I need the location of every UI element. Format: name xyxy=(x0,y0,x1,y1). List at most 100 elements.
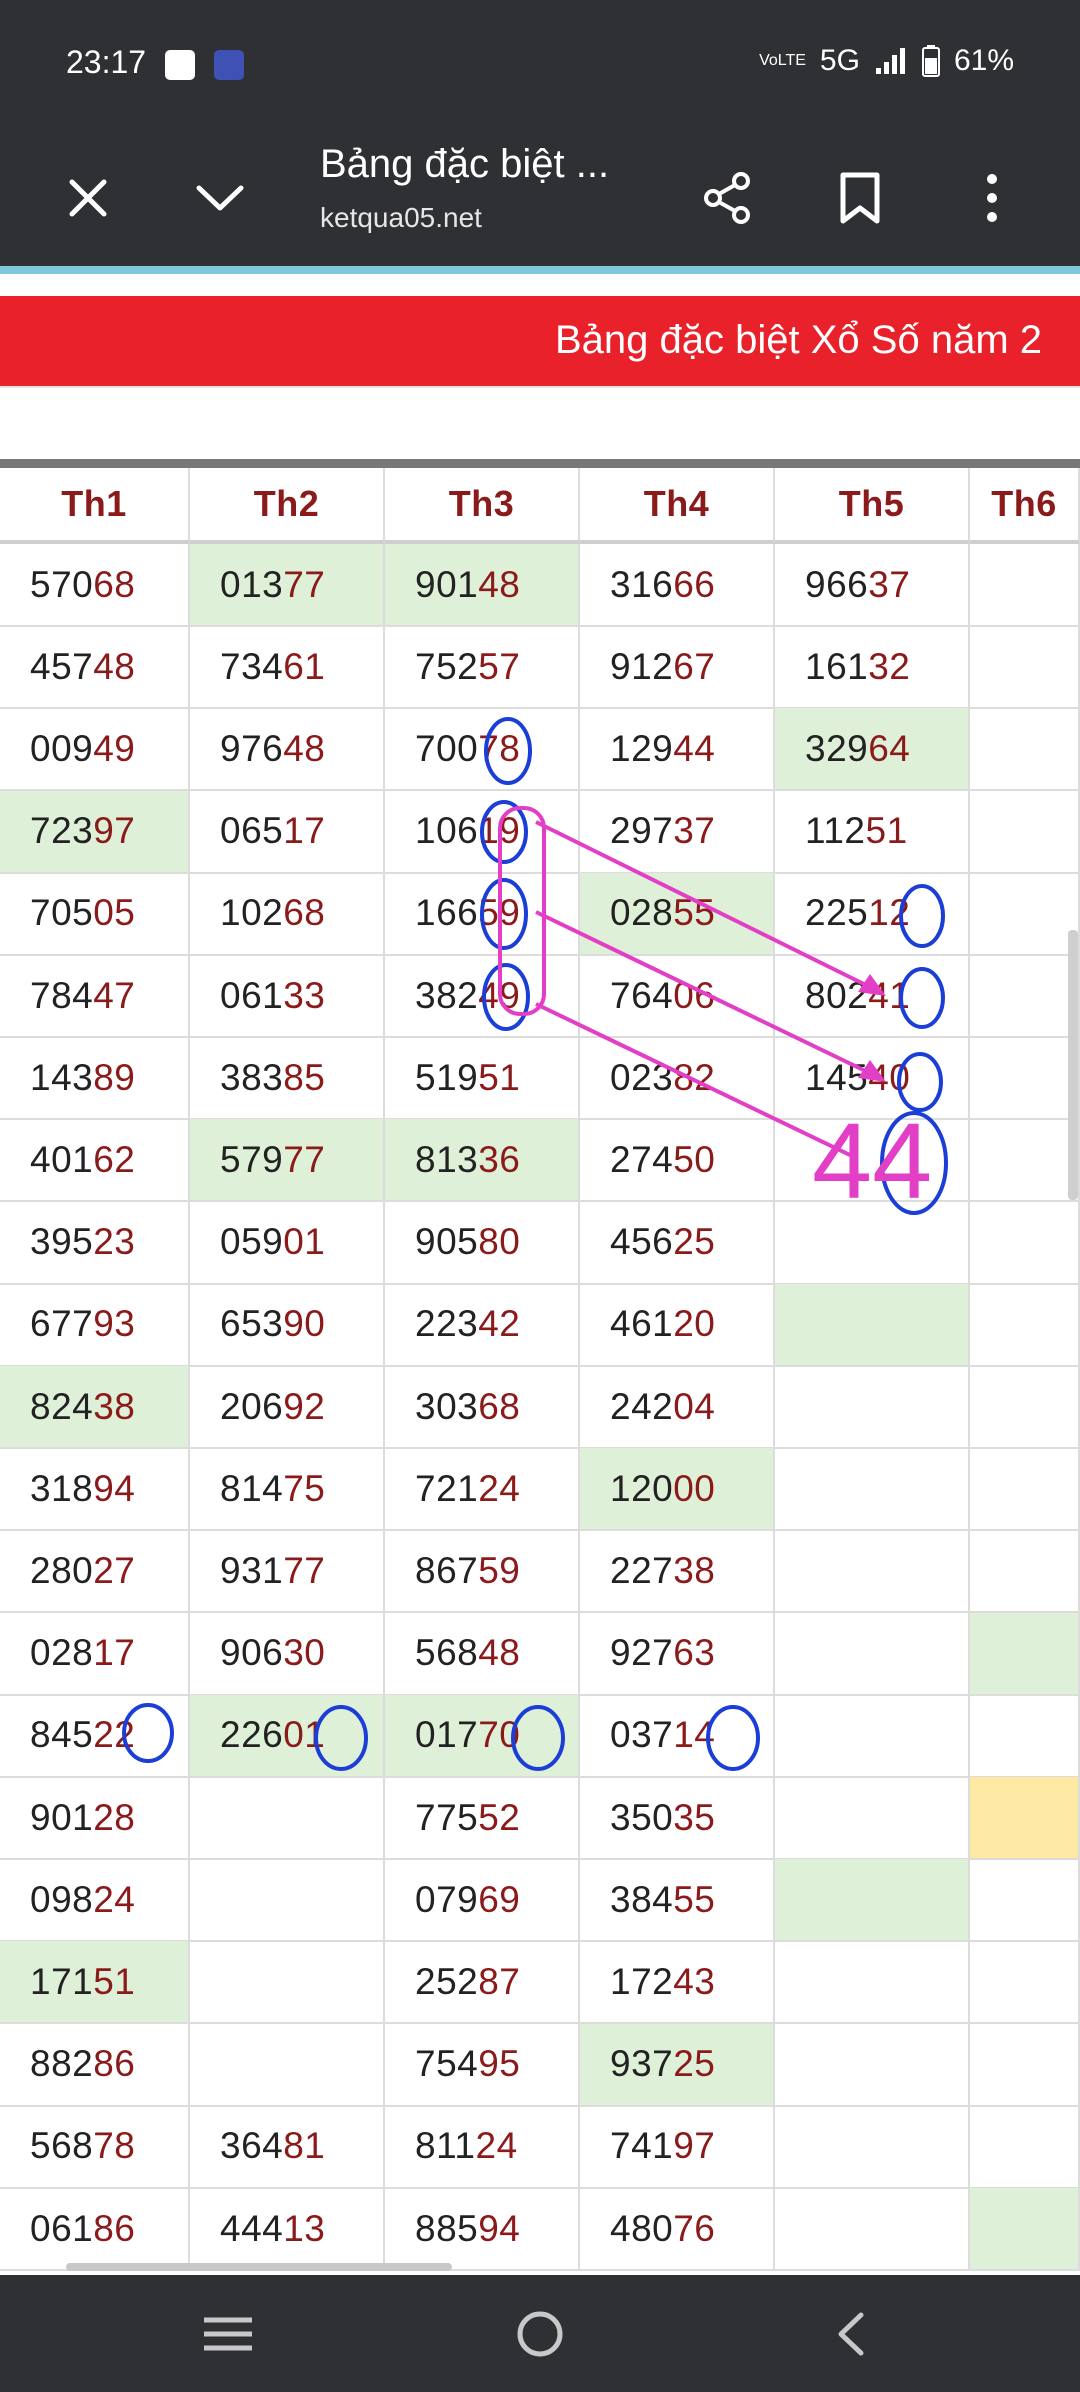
table-cell: 172 43 xyxy=(580,1941,775,2025)
table-cell xyxy=(775,1777,970,1860)
table-cell xyxy=(190,1859,385,1943)
table-cell xyxy=(775,1694,970,1778)
table-cell xyxy=(970,1941,1080,2025)
table-cell: 316 66 xyxy=(580,544,775,627)
table-cell: 383 85 xyxy=(190,1037,385,1121)
status-indicators: VoLTE 5G 61% xyxy=(759,44,1014,78)
table-cell xyxy=(775,1366,970,1449)
table-cell: 775 52 xyxy=(385,1777,580,1860)
table-cell: 223 42 xyxy=(385,1283,580,1367)
table-cell: 976 48 xyxy=(190,708,385,792)
table-cell: 013 77 xyxy=(190,544,385,627)
table-cell xyxy=(775,1530,970,1614)
table-cell: 166 59 xyxy=(385,872,580,956)
table-cell: 382 49 xyxy=(385,955,580,1038)
table-cell: 061 33 xyxy=(190,955,385,1038)
table-top-border xyxy=(0,459,1080,468)
table-cell: 384 55 xyxy=(580,1859,775,1943)
table-cell: 700 78 xyxy=(385,708,580,792)
browser-toolbar: Bảng đặc biệt ... ketqua05.net xyxy=(0,128,1080,266)
notification-icon xyxy=(165,50,195,80)
banner-text: Bảng đặc biệt Xổ Số năm 2 xyxy=(555,318,1042,362)
battery-level: 61% xyxy=(953,44,1014,77)
more-options-button[interactable] xyxy=(952,158,1032,238)
table-cell: 444 13 xyxy=(190,2188,385,2271)
table-cell: 705 05 xyxy=(0,872,190,956)
bookmark-icon xyxy=(840,172,880,224)
table-cell: 784 47 xyxy=(0,955,190,1038)
column-header: Th6 xyxy=(970,468,1080,544)
page-title: Bảng đặc biệt ... xyxy=(320,142,610,186)
table-cell: 906 30 xyxy=(190,1612,385,1696)
table-cell: 395 23 xyxy=(0,1201,190,1285)
table-cell xyxy=(775,1119,970,1203)
table-cell: 811 24 xyxy=(385,2105,580,2189)
table-cell: 653 90 xyxy=(190,1283,385,1367)
table-cell: 318 94 xyxy=(0,1448,190,1532)
table-cell xyxy=(970,1859,1080,1943)
table-cell xyxy=(970,1037,1080,1121)
table-cell: 845 22 xyxy=(0,1694,190,1778)
table-cell xyxy=(190,1941,385,2025)
table-cell: 143 89 xyxy=(0,1037,190,1121)
share-button[interactable] xyxy=(688,158,768,238)
close-icon xyxy=(69,179,107,217)
table-cell xyxy=(970,1366,1080,1449)
table-cell: 065 17 xyxy=(190,790,385,874)
table-cell xyxy=(775,2105,970,2189)
table-cell: 028 55 xyxy=(580,872,775,956)
table-cell: 901 28 xyxy=(0,1777,190,1860)
table-cell: 579 77 xyxy=(190,1119,385,1203)
table-cell: 461 20 xyxy=(580,1283,775,1367)
table-cell: 814 75 xyxy=(190,1448,385,1532)
table-cell: 519 51 xyxy=(385,1037,580,1121)
table-cell xyxy=(970,2105,1080,2189)
more-vert-icon xyxy=(987,174,997,222)
horizontal-scrollbar[interactable] xyxy=(66,2263,452,2271)
table-cell: 931 77 xyxy=(190,1530,385,1614)
table-cell: 867 59 xyxy=(385,1530,580,1614)
table-cell: 280 27 xyxy=(0,1530,190,1614)
table-cell: 901 48 xyxy=(385,544,580,627)
table-cell: 037 14 xyxy=(580,1694,775,1778)
page-url: ketqua05.net xyxy=(320,202,482,233)
system-nav-bar xyxy=(0,2275,1080,2392)
recents-button[interactable] xyxy=(188,2297,268,2371)
table-cell: 079 69 xyxy=(385,1859,580,1943)
table-cell xyxy=(775,1612,970,1696)
table-cell: 329 64 xyxy=(775,708,970,792)
table-cell xyxy=(970,1694,1080,1778)
battery-icon xyxy=(921,45,940,77)
table-cell xyxy=(775,2023,970,2107)
table-cell: 206 92 xyxy=(190,1366,385,1449)
table-cell: 568 48 xyxy=(385,1612,580,1696)
table-cell xyxy=(775,1448,970,1532)
table-cell: 112 51 xyxy=(775,790,970,874)
home-button[interactable] xyxy=(500,2297,580,2371)
table-cell: 161 32 xyxy=(775,626,970,710)
table-cell: 364 81 xyxy=(190,2105,385,2189)
table-cell: 802 41 xyxy=(775,955,970,1038)
app-notification-icon xyxy=(214,50,244,80)
table-cell xyxy=(190,1777,385,1860)
table-cell: 106 19 xyxy=(385,790,580,874)
collapse-button[interactable] xyxy=(180,158,260,238)
table-cell: 303 68 xyxy=(385,1366,580,1449)
column-header: Th2 xyxy=(190,468,385,544)
table-cell xyxy=(970,626,1080,710)
table-cell xyxy=(970,1777,1080,1860)
table-cell: 171 51 xyxy=(0,1941,190,2025)
table-cell xyxy=(970,872,1080,956)
table-cell xyxy=(190,2023,385,2107)
table-cell xyxy=(970,2023,1080,2107)
vertical-scrollbar[interactable] xyxy=(1068,930,1078,1200)
table-cell: 882 86 xyxy=(0,2023,190,2107)
table-cell: 252 87 xyxy=(385,1941,580,2025)
table-cell: 059 01 xyxy=(190,1201,385,1285)
table-cell: 225 12 xyxy=(775,872,970,956)
bookmark-button[interactable] xyxy=(820,158,900,238)
table-cell: 752 57 xyxy=(385,626,580,710)
back-button[interactable] xyxy=(810,2297,890,2371)
close-button[interactable] xyxy=(48,158,128,238)
page-banner: Bảng đặc biệt Xổ Số năm 2 xyxy=(0,296,1080,386)
